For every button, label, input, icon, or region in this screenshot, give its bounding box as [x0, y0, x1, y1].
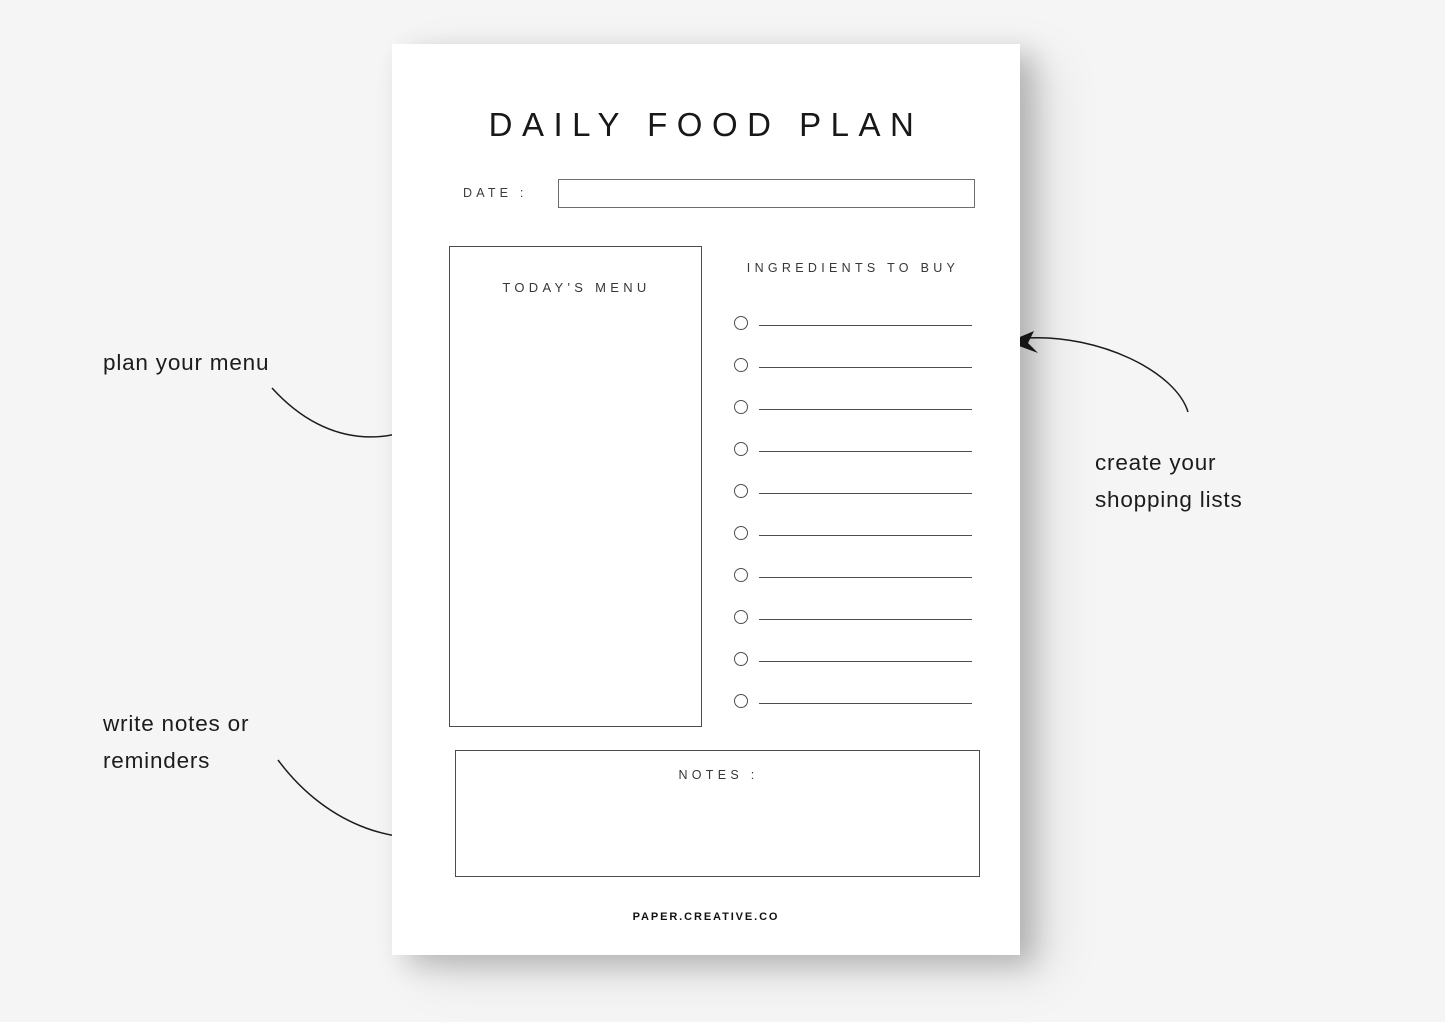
checkbox-circle-icon[interactable] — [734, 568, 748, 582]
arrow-to-ingredients — [1008, 331, 1189, 413]
annotation-write-notes: write notes or reminders — [103, 711, 250, 773]
ingredient-write-line[interactable] — [759, 451, 972, 452]
ingredient-row[interactable] — [722, 686, 984, 728]
ingredient-write-line[interactable] — [759, 619, 972, 620]
printable-sheet: DAILY FOOD PLAN DATE : TODAY'S MENU INGR… — [392, 44, 1020, 955]
checkbox-circle-icon[interactable] — [734, 400, 748, 414]
ingredient-row[interactable] — [722, 434, 984, 476]
poster-canvas: DAILY FOOD PLAN DATE : TODAY'S MENU INGR… — [0, 0, 1445, 1022]
checkbox-circle-icon[interactable] — [734, 610, 748, 624]
ingredient-write-line[interactable] — [759, 577, 972, 578]
ingredient-write-line[interactable] — [759, 409, 972, 410]
date-row: DATE : — [392, 179, 1020, 211]
todays-menu-label: TODAY'S MENU — [502, 280, 651, 295]
ingredient-write-line[interactable] — [759, 703, 972, 704]
checkbox-circle-icon[interactable] — [734, 526, 748, 540]
ingredient-write-line[interactable] — [759, 535, 972, 536]
ingredient-row[interactable] — [722, 350, 984, 392]
notes-box[interactable]: NOTES : — [455, 750, 980, 877]
checkbox-circle-icon[interactable] — [734, 442, 748, 456]
ingredient-row[interactable] — [722, 392, 984, 434]
brand-footer: PAPER.CREATIVE.CO — [632, 911, 780, 923]
date-input[interactable] — [558, 179, 975, 208]
ingredient-row[interactable] — [722, 560, 984, 602]
checkbox-circle-icon[interactable] — [734, 694, 748, 708]
annotation-plan-your-menu: plan your menu — [103, 350, 270, 375]
ingredient-write-line[interactable] — [759, 493, 972, 494]
ingredient-write-line[interactable] — [759, 661, 972, 662]
page-title: DAILY FOOD PLAN — [488, 106, 924, 143]
todays-menu-box[interactable]: TODAY'S MENU — [449, 246, 702, 727]
ingredient-row[interactable] — [722, 308, 984, 350]
ingredient-write-line[interactable] — [759, 367, 972, 368]
checkbox-circle-icon[interactable] — [734, 652, 748, 666]
ingredient-write-line[interactable] — [759, 325, 972, 326]
ingredients-label: INGREDIENTS TO BUY — [746, 261, 960, 275]
ingredients-section: INGREDIENTS TO BUY — [722, 246, 984, 727]
date-label: DATE : — [463, 186, 528, 200]
notes-label: NOTES : — [678, 768, 759, 782]
ingredients-list — [722, 308, 984, 728]
ingredient-row[interactable] — [722, 602, 984, 644]
ingredient-row[interactable] — [722, 518, 984, 560]
ingredient-row[interactable] — [722, 644, 984, 686]
checkbox-circle-icon[interactable] — [734, 484, 748, 498]
checkbox-circle-icon[interactable] — [734, 358, 748, 372]
ingredient-row[interactable] — [722, 476, 984, 518]
annotation-create-shopping-lists: create your shopping lists — [1095, 450, 1243, 512]
checkbox-circle-icon[interactable] — [734, 316, 748, 330]
